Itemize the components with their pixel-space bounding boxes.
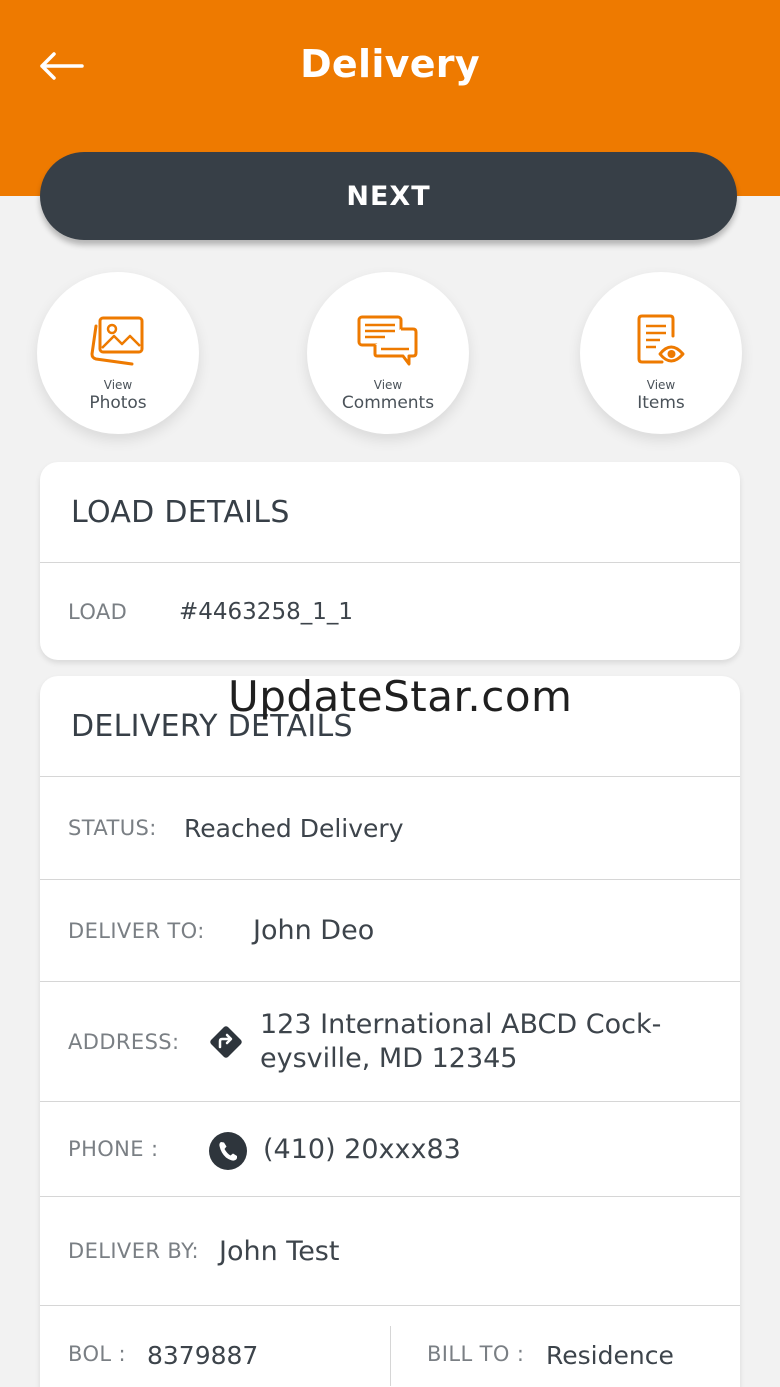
address-label: ADDRESS: (68, 1029, 180, 1054)
address-line-2: eysville, MD 12345 (260, 1043, 518, 1074)
view-items-button[interactable]: View Items (580, 272, 742, 434)
load-row: LOAD #4463258_1_1 (40, 562, 740, 660)
deliver-to-row: DELIVER TO: John Deo (40, 879, 740, 981)
view-items-label: Items (637, 393, 685, 413)
delivery-details-card: DELIVERY DETAILS STATUS: Reached Deliver… (40, 676, 740, 1387)
photos-icon (90, 316, 144, 366)
bol-bill-row: BOL : 8379887 BILL TO : Residence (40, 1305, 740, 1387)
deliver-by-label: DELIVER BY: (68, 1239, 200, 1263)
phone-label: PHONE : (68, 1137, 159, 1161)
view-comments-small: View (373, 378, 403, 392)
directions-icon[interactable] (206, 1022, 246, 1062)
view-items-small: View (646, 378, 676, 392)
status-row: STATUS: Reached Delivery (40, 776, 740, 879)
bill-to-value: Residence (546, 1341, 674, 1370)
address-row[interactable]: ADDRESS: 123 International ABCD Cock- ey… (40, 981, 740, 1101)
items-eye-icon (637, 314, 685, 364)
load-details-title: LOAD DETAILS (71, 494, 290, 530)
load-value: #4463258_1_1 (179, 598, 353, 625)
bol-label: BOL : (68, 1342, 127, 1366)
next-button[interactable]: NEXT (40, 152, 737, 240)
deliver-to-value: John Deo (253, 915, 375, 946)
deliver-by-value: John Test (219, 1235, 340, 1267)
column-divider (390, 1326, 391, 1386)
view-comments-button[interactable]: View Comments (307, 272, 469, 434)
deliver-to-label: DELIVER TO: (68, 918, 205, 943)
phone-icon[interactable] (208, 1131, 248, 1171)
load-details-card: LOAD DETAILS LOAD #4463258_1_1 (40, 462, 740, 660)
phone-row[interactable]: PHONE : (410) 20xxx83 (40, 1101, 740, 1196)
bill-to-label: BILL TO : (427, 1342, 525, 1366)
address-line-1: 123 International ABCD Cock- (260, 1009, 662, 1040)
phone-value[interactable]: (410) 20xxx83 (263, 1134, 461, 1165)
deliver-by-row: DELIVER BY: John Test (40, 1196, 740, 1305)
bol-value: 8379887 (147, 1341, 259, 1370)
view-photos-label: Photos (89, 393, 147, 413)
load-label: LOAD (68, 599, 128, 624)
view-comments-label: Comments (341, 393, 435, 413)
watermark-text: UpdateStar.com (228, 672, 573, 721)
view-photos-small: View (103, 378, 133, 392)
comments-icon (357, 315, 418, 366)
status-value: Reached Delivery (184, 813, 404, 843)
page-title: Delivery (300, 42, 480, 86)
status-label: STATUS: (68, 816, 157, 840)
view-photos-button[interactable]: View Photos (37, 272, 199, 434)
address-value: 123 International ABCD Cock- eysville, M… (260, 1008, 661, 1076)
